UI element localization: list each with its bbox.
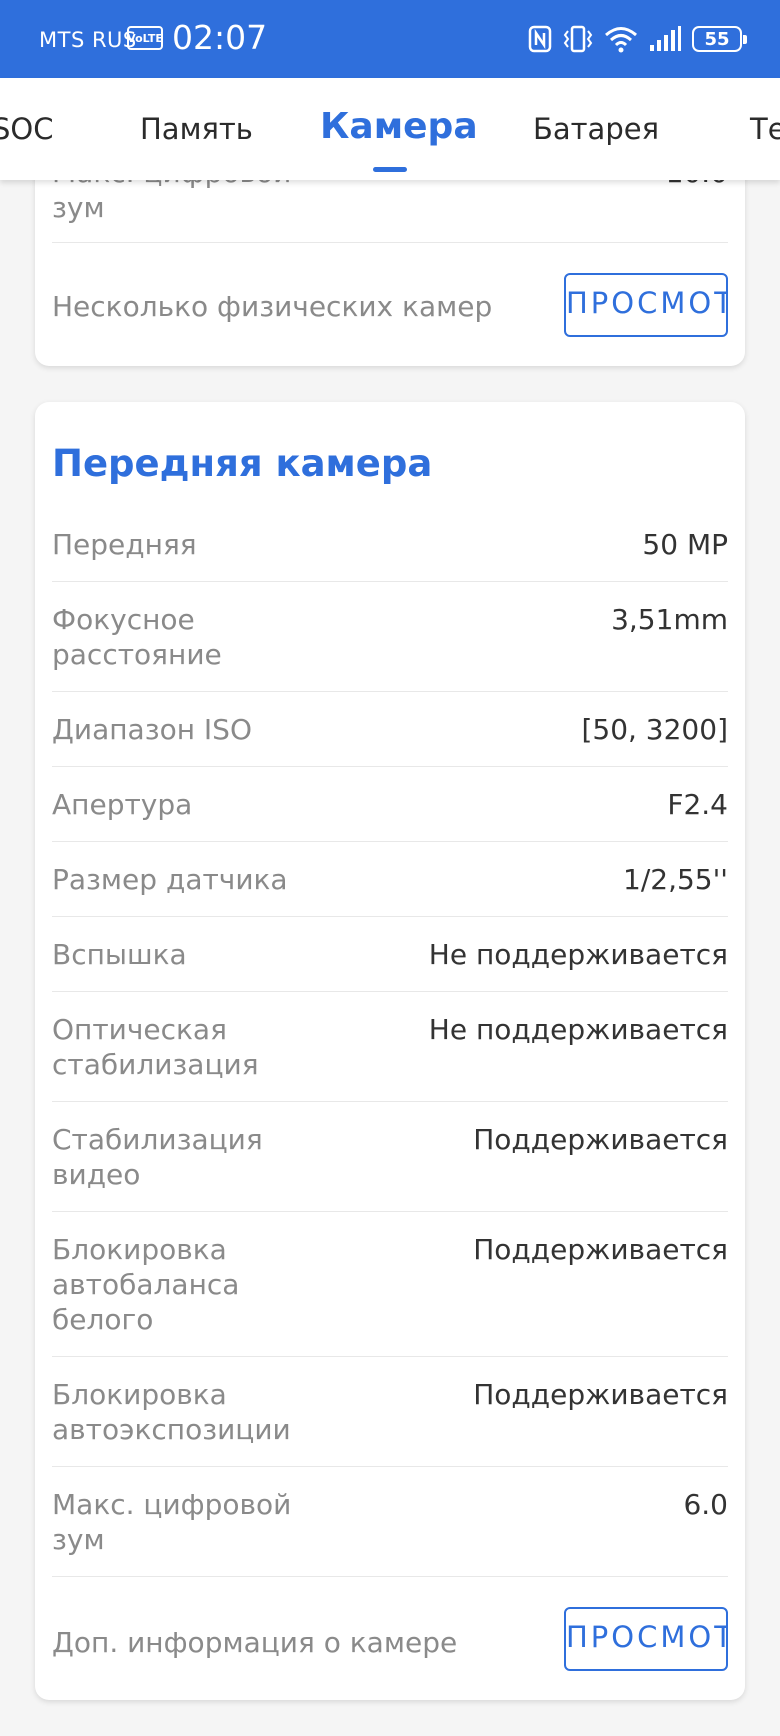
divider <box>52 1466 728 1467</box>
row-value: 1/2,55'' <box>623 863 728 896</box>
row-label: Оптическая стабилизация <box>52 1013 259 1081</box>
tab-camera[interactable]: Камера <box>320 106 478 147</box>
row-label: Фокусное расстояние <box>52 603 222 671</box>
row-label: Апертура <box>52 788 193 821</box>
row-label: Диапазон ISO <box>52 713 252 746</box>
volte-icon: VoLTE <box>127 26 163 50</box>
tab-battery[interactable]: Батарея <box>533 112 659 146</box>
divider <box>52 1101 728 1102</box>
row-label: Передняя <box>52 528 197 561</box>
row-label: Блокировка автоэкспозиции <box>52 1378 291 1446</box>
nfc-icon <box>528 25 552 53</box>
carrier-name: MTS RUS <box>39 28 137 52</box>
row-label: Блокировка автобаланса белого <box>52 1233 240 1336</box>
divider <box>52 916 728 917</box>
row-value: [50, 3200] <box>581 713 728 746</box>
divider <box>52 1576 728 1577</box>
wifi-icon <box>604 25 638 53</box>
divider <box>52 691 728 692</box>
divider <box>52 1211 728 1212</box>
section-title: Передняя камера <box>52 442 433 485</box>
divider <box>52 841 728 842</box>
view-cameras-button[interactable]: ПРОСМОТР <box>564 273 728 337</box>
row-value: Не поддерживается <box>428 1013 728 1046</box>
signal-icon <box>648 25 682 53</box>
tab-memory[interactable]: Память <box>140 112 253 146</box>
row-value: 6.0 <box>683 1488 728 1521</box>
row-value: F2.4 <box>667 788 728 821</box>
row-label: Макс. цифровой зум <box>52 1488 292 1556</box>
vibrate-icon <box>562 25 594 53</box>
divider <box>52 1356 728 1357</box>
row-value: 50 MP <box>642 528 728 561</box>
tab-soc[interactable]: SOC <box>0 112 53 146</box>
divider <box>52 242 728 243</box>
front-camera-card: Передняя камера Передняя 50 MP Фокусное … <box>35 402 745 1700</box>
status-bar: MTS RUS VoLTE 02:07 55 <box>0 0 780 78</box>
row-label: Вспышка <box>52 938 187 971</box>
row-value: 3,51mm <box>611 603 728 636</box>
active-tab-indicator <box>373 167 407 172</box>
row-label: Несколько физических камер <box>52 290 493 323</box>
tab-bar: SOC Память Камера Батарея Те <box>0 78 780 180</box>
row-label: Доп. информация о камере <box>52 1626 458 1659</box>
divider <box>52 581 728 582</box>
tab-partial[interactable]: Те <box>750 112 780 146</box>
view-camera-info-button[interactable]: ПРОСМОТР <box>564 1607 728 1671</box>
divider <box>52 766 728 767</box>
row-label: Размер датчика <box>52 863 288 896</box>
row-label: Стабилизация видео <box>52 1123 263 1191</box>
divider <box>52 991 728 992</box>
row-value: Поддерживается <box>473 1378 728 1411</box>
row-value: Поддерживается <box>473 1233 728 1266</box>
clock: 02:07 <box>172 18 268 57</box>
battery-icon: 55 <box>692 26 747 52</box>
row-value: Не поддерживается <box>428 938 728 971</box>
row-value: Поддерживается <box>473 1123 728 1156</box>
